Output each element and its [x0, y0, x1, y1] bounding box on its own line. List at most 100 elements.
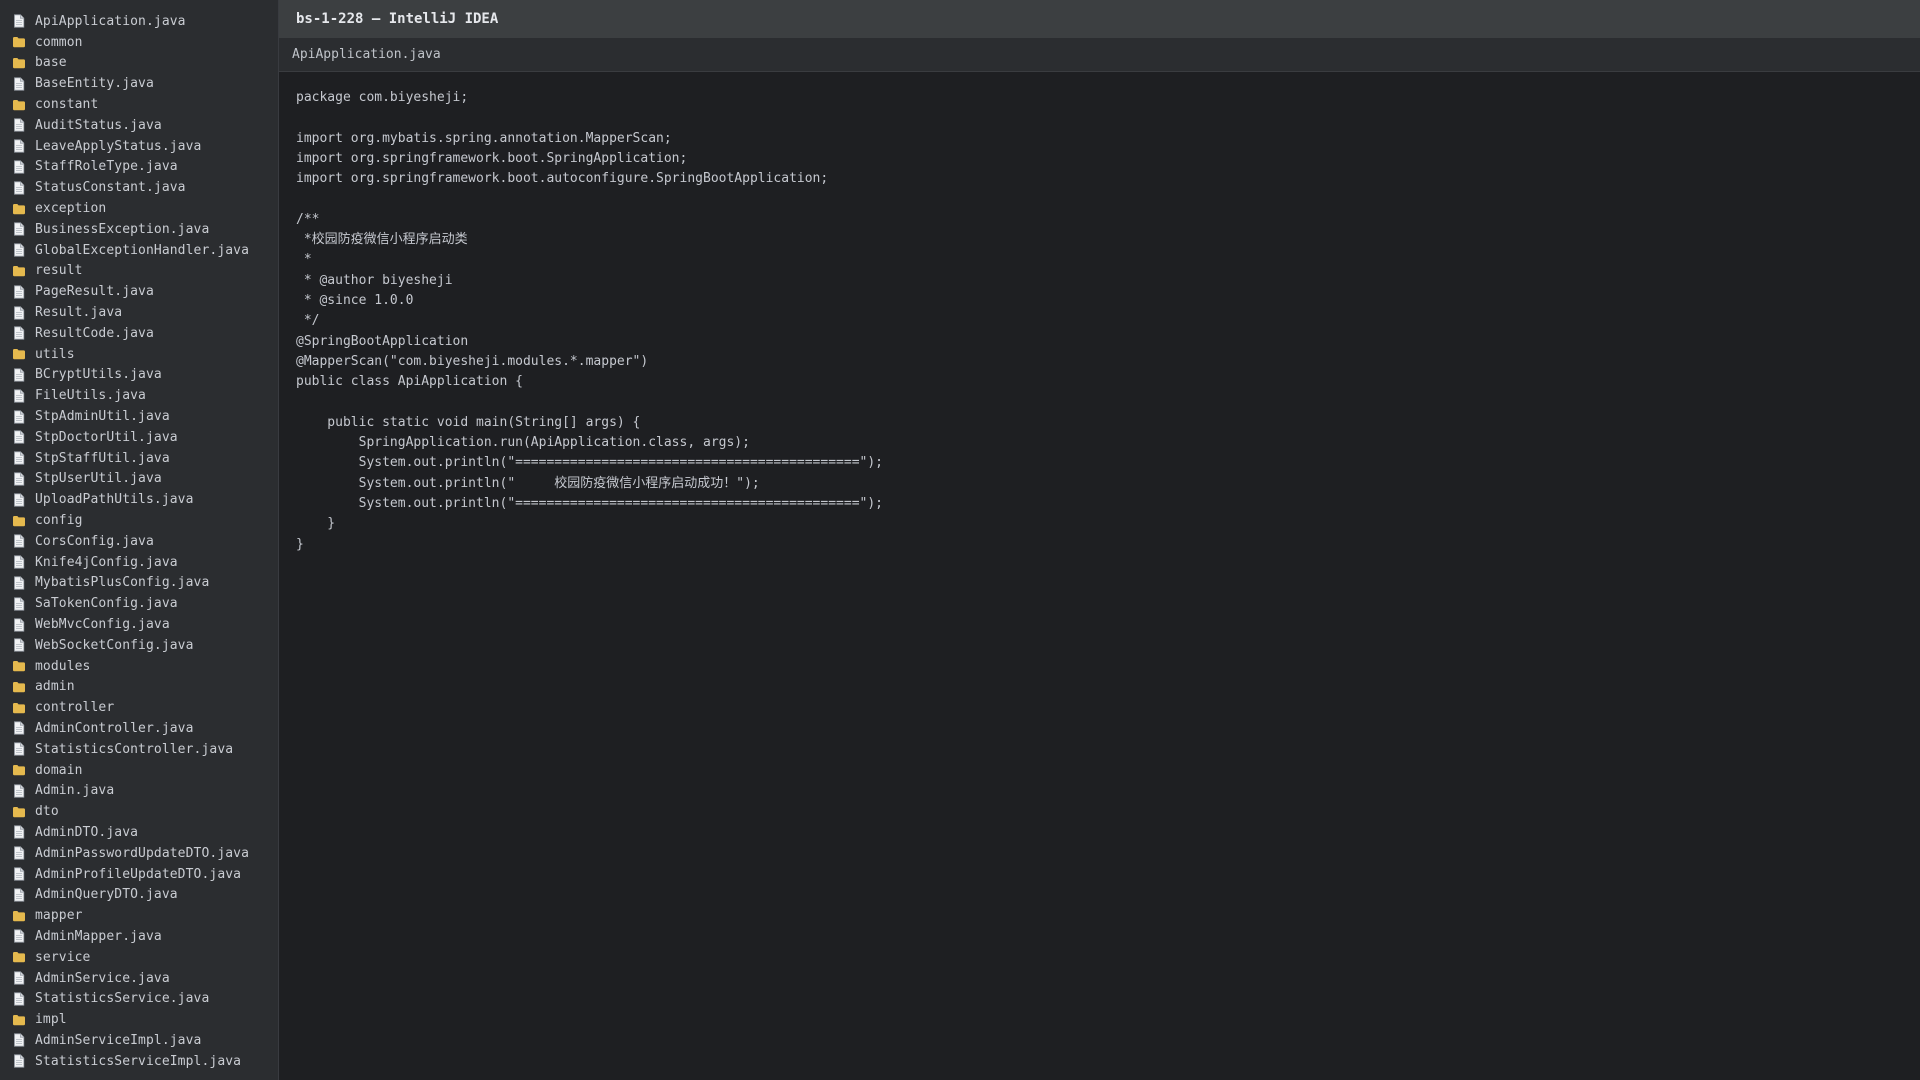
tree-file[interactable]: StatisticsServiceImpl.java: [0, 1051, 278, 1072]
folder-icon: [12, 514, 26, 528]
tree-file[interactable]: AuditStatus.java: [0, 115, 278, 136]
tree-folder[interactable]: dto: [0, 801, 278, 822]
file-icon: [12, 555, 26, 569]
folder-icon: [12, 347, 26, 361]
file-icon: [12, 409, 26, 424]
tree-folder[interactable]: base: [0, 53, 278, 74]
tree-file[interactable]: ResultCode.java: [0, 323, 278, 344]
folder-icon: [12, 56, 26, 70]
tree-file[interactable]: StatisticsController.java: [0, 739, 278, 760]
tree-file[interactable]: BCryptUtils.java: [0, 365, 278, 386]
tree-item-label: AdminQueryDTO.java: [35, 887, 178, 903]
code-line: @SpringBootApplication: [296, 333, 469, 349]
tree-file[interactable]: UploadPathUtils.java: [0, 489, 278, 510]
tree-item-label: modules: [35, 658, 91, 674]
window-title: bs-1-228 — IntelliJ IDEA: [296, 11, 499, 27]
tab-api-application[interactable]: ApiApplication.java: [292, 47, 441, 62]
tree-folder[interactable]: admin: [0, 677, 278, 698]
file-icon: [12, 14, 26, 28]
tree-item-label: mapper: [35, 908, 83, 924]
tree-folder[interactable]: constant: [0, 94, 278, 115]
tree-file[interactable]: StatisticsService.java: [0, 988, 278, 1009]
code-line: @MapperScan("com.biyesheji.modules.*.map…: [296, 353, 649, 369]
tree-folder[interactable]: common: [0, 32, 278, 53]
file-icon: [12, 534, 26, 548]
file-icon: [12, 721, 26, 736]
tree-item-label: StpUserUtil.java: [35, 471, 162, 487]
tree-file[interactable]: StatusConstant.java: [0, 177, 278, 198]
code-line: import org.springframework.boot.autoconf…: [296, 171, 829, 187]
tree-folder[interactable]: utils: [0, 344, 278, 365]
tree-file[interactable]: AdminService.java: [0, 968, 278, 989]
code-line: */: [296, 313, 320, 329]
tree-file[interactable]: SaTokenConfig.java: [0, 593, 278, 614]
tree-folder[interactable]: exception: [0, 198, 278, 219]
code-line: }: [296, 516, 336, 532]
folder-icon: [12, 680, 26, 694]
tree-item-label: ResultCode.java: [35, 325, 154, 341]
tree-file[interactable]: AdminPasswordUpdateDTO.java: [0, 843, 278, 864]
tree-file[interactable]: BaseEntity.java: [0, 73, 278, 94]
tree-file[interactable]: FileUtils.java: [0, 385, 278, 406]
tree-file[interactable]: Result.java: [0, 302, 278, 323]
file-icon: [12, 472, 26, 486]
tree-file[interactable]: StpAdminUtil.java: [0, 406, 278, 427]
tree-folder[interactable]: domain: [0, 760, 278, 781]
tree-item-label: common: [35, 34, 83, 50]
tree-file[interactable]: AdminProfileUpdateDTO.java: [0, 864, 278, 885]
tree-item-label: UploadPathUtils.java: [35, 492, 194, 508]
tree-file[interactable]: AdminDTO.java: [0, 822, 278, 843]
tree-item-label: StpAdminUtil.java: [35, 409, 170, 425]
tree-folder[interactable]: impl: [0, 1009, 278, 1030]
code-line: public class ApiApplication {: [296, 374, 523, 390]
tree-file[interactable]: PageResult.java: [0, 281, 278, 302]
ide-window: ApiApplication.java common base BaseEntity.…: [0, 0, 1920, 1080]
tree-file[interactable]: BusinessException.java: [0, 219, 278, 240]
tree-item-label: StatusConstant.java: [35, 180, 186, 196]
code-line: }: [296, 536, 304, 552]
code-line: import org.mybatis.spring.annotation.Map…: [296, 130, 672, 146]
tree-file[interactable]: MybatisPlusConfig.java: [0, 573, 278, 594]
tree-file[interactable]: ApiApplication.java: [0, 11, 278, 32]
file-icon: [12, 389, 26, 403]
tree-file[interactable]: AdminMapper.java: [0, 926, 278, 947]
tree-folder[interactable]: controller: [0, 697, 278, 718]
code-line: *: [296, 252, 312, 268]
tree-folder[interactable]: mapper: [0, 905, 278, 926]
tree-item-label: BCryptUtils.java: [35, 367, 162, 383]
tree-file[interactable]: StpUserUtil.java: [0, 469, 278, 490]
tree-file[interactable]: StpStaffUtil.java: [0, 448, 278, 469]
tree-file[interactable]: WebMvcConfig.java: [0, 614, 278, 635]
tree-file[interactable]: CorsConfig.java: [0, 531, 278, 552]
tree-file[interactable]: Admin.java: [0, 780, 278, 801]
tree-file[interactable]: StaffRoleType.java: [0, 157, 278, 178]
folder-icon: [12, 659, 26, 673]
tree-file[interactable]: WebSocketConfig.java: [0, 635, 278, 656]
tree-item-label: service: [35, 949, 91, 965]
tree-item-label: SaTokenConfig.java: [35, 596, 178, 612]
file-icon: [12, 493, 26, 507]
tree-folder[interactable]: config: [0, 510, 278, 531]
folder-icon: [12, 909, 26, 923]
tree-item-label: exception: [35, 201, 107, 217]
tree-item-label: AdminMapper.java: [35, 928, 162, 944]
tree-file[interactable]: Knife4jConfig.java: [0, 552, 278, 573]
code-editor[interactable]: package com.biyesheji; import org.mybatis…: [279, 72, 1920, 1080]
tree-folder[interactable]: service: [0, 947, 278, 968]
tree-item-label: StpStaffUtil.java: [35, 450, 170, 466]
tree-file[interactable]: StpDoctorUtil.java: [0, 427, 278, 448]
tree-file[interactable]: GlobalExceptionHandler.java: [0, 240, 278, 261]
tree-item-label: base: [35, 55, 67, 71]
file-icon: [12, 77, 26, 91]
file-icon: [12, 285, 26, 299]
tree-folder[interactable]: result: [0, 261, 278, 282]
file-icon: [12, 139, 26, 153]
tree-item-label: ApiApplication.java: [35, 13, 186, 29]
tree-file[interactable]: AdminController.java: [0, 718, 278, 739]
tree-folder[interactable]: modules: [0, 656, 278, 677]
tree-file[interactable]: AdminQueryDTO.java: [0, 884, 278, 905]
folder-icon: [12, 701, 26, 715]
tree-file[interactable]: AdminServiceImpl.java: [0, 1030, 278, 1051]
tree-file[interactable]: LeaveApplyStatus.java: [0, 136, 278, 157]
